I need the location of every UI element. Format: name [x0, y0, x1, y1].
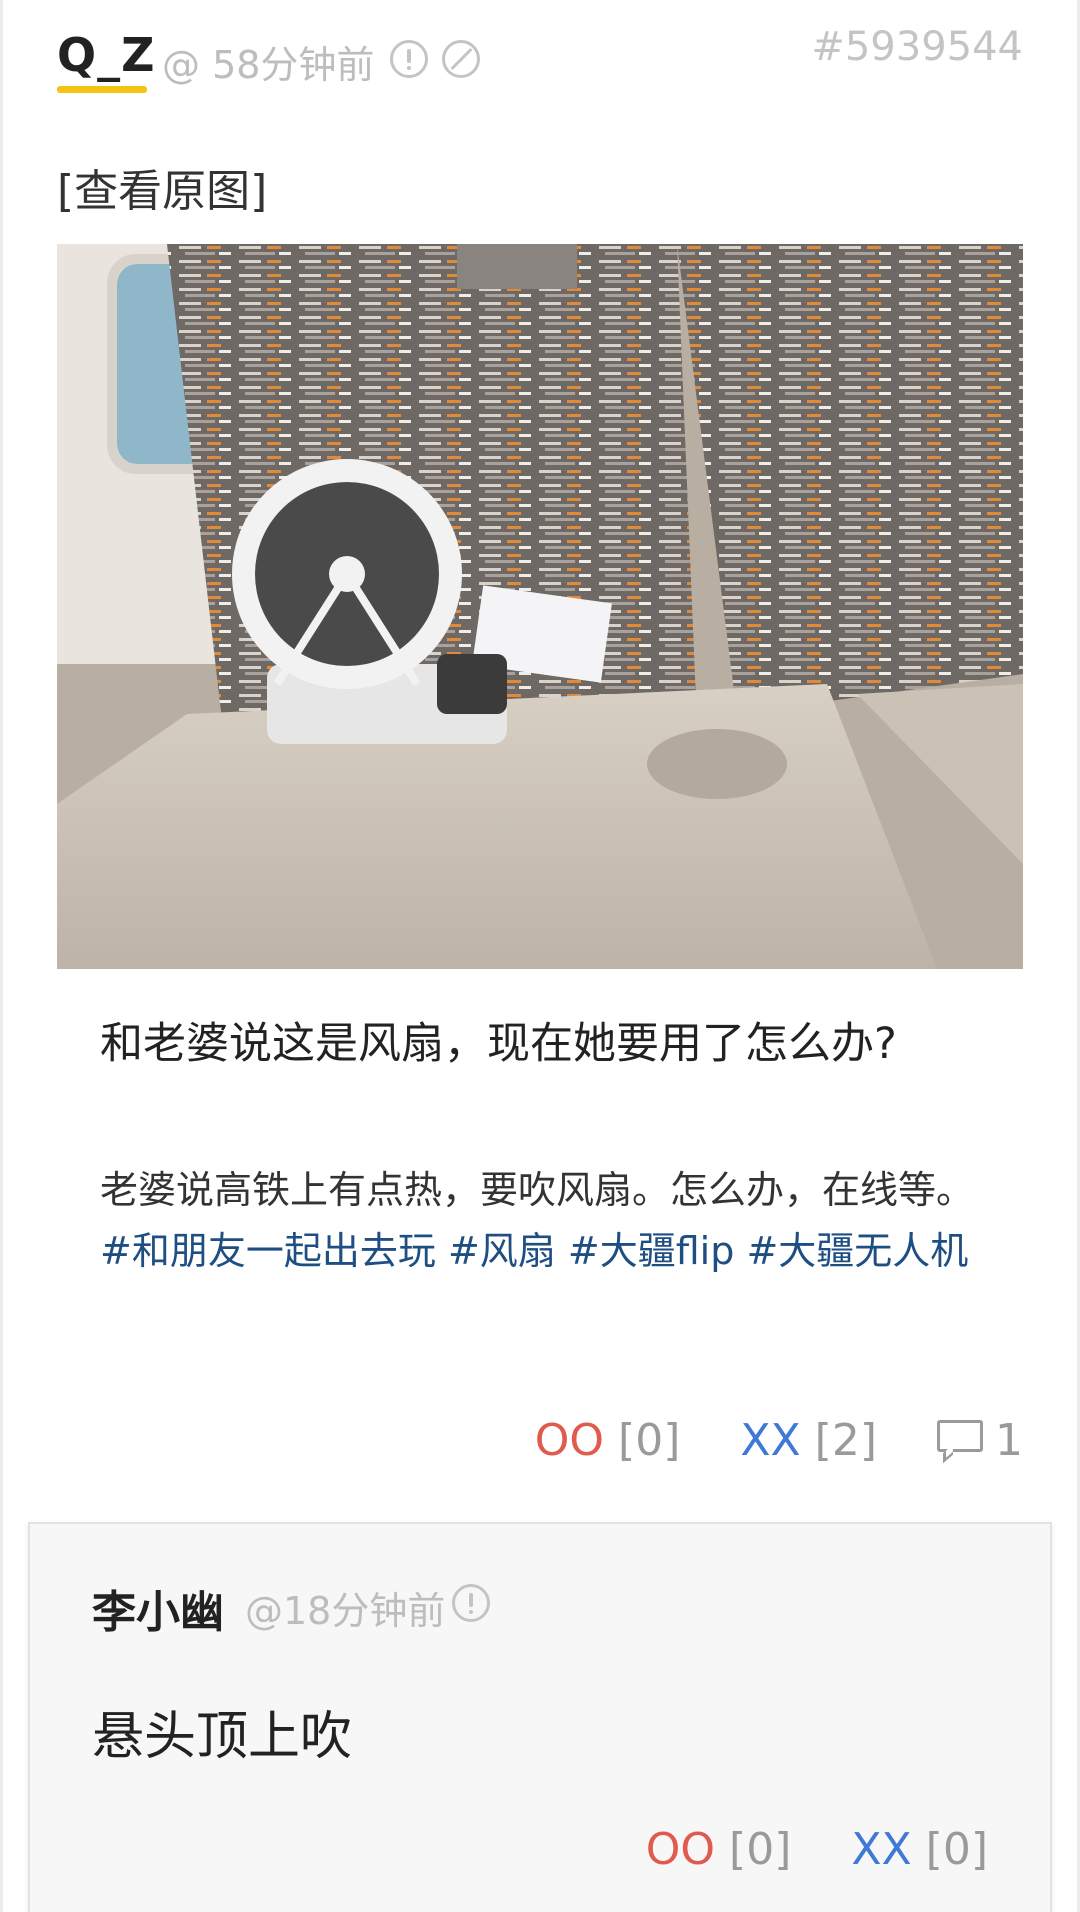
exclamation-circle-icon[interactable] — [390, 40, 428, 78]
oo-count: [0] — [618, 1414, 681, 1466]
reply-xx-button[interactable]: XX — [851, 1824, 911, 1875]
reply-oo-button[interactable]: OO — [646, 1824, 715, 1875]
post-title: 和老婆说这是风扇，现在她要用了怎么办? — [100, 1019, 897, 1069]
exclamation-circle-icon[interactable] — [452, 1584, 490, 1622]
post-author[interactable]: Q_Z — [57, 28, 155, 82]
tag-link[interactable]: #和朋友一起出去玩 — [100, 1229, 436, 1273]
post-image[interactable] — [57, 244, 1023, 969]
post-body: 老婆说高铁上有点热，要吹风扇。怎么办，在线等。 #和朋友一起出去玩 #风扇 #大疆… — [100, 1160, 1000, 1282]
post-id[interactable]: #5939544 — [811, 24, 1023, 70]
post-meta: @ 58分钟前 — [162, 43, 375, 87]
reply-text: 悬头顶上吹 — [92, 1707, 353, 1767]
photo-illustration — [57, 244, 1023, 969]
reply-author[interactable]: 李小幽 — [92, 1576, 224, 1640]
reply-card: 李小幽 @18分钟前 悬头顶上吹 OO [0] XX [0] — [28, 1522, 1052, 1912]
slash-circle-icon[interactable] — [442, 40, 480, 78]
reply-vote-row: OO [0] XX [0] — [646, 1824, 988, 1875]
tag-link[interactable]: #风扇 — [448, 1229, 556, 1273]
reply-xx-count: [0] — [925, 1824, 988, 1875]
xx-count: [2] — [814, 1414, 877, 1466]
comment-count[interactable]: 1 — [995, 1415, 1023, 1466]
xx-button[interactable]: XX — [740, 1415, 800, 1466]
reply-oo-count: [0] — [729, 1824, 792, 1875]
post-header: Q_Z @ 58分钟前 #5939544 — [57, 24, 1023, 104]
author-underline — [57, 86, 147, 93]
left-edge — [0, 0, 3, 1912]
reply-meta: @18分钟前 — [245, 1589, 446, 1633]
view-original-link[interactable]: [查看原图] — [57, 155, 267, 219]
oo-button[interactable]: OO — [535, 1415, 604, 1466]
tag-link[interactable]: #大疆flip — [568, 1229, 734, 1273]
comment-bubble-icon[interactable] — [937, 1420, 983, 1464]
tag-link[interactable]: #大疆无人机 — [746, 1229, 968, 1273]
post-vote-row: OO [0] XX [2] 1 — [535, 1410, 1023, 1470]
post-body-text: 老婆说高铁上有点热，要吹风扇。怎么办，在线等。 — [100, 1168, 975, 1212]
